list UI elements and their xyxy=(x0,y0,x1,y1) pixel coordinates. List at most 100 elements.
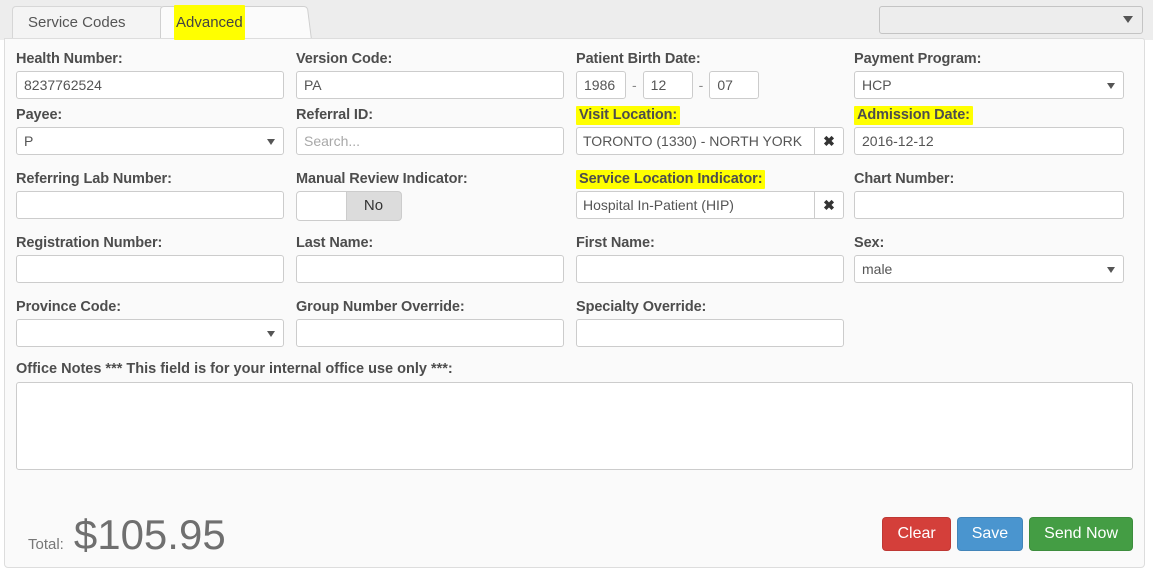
health-number-input[interactable] xyxy=(16,71,284,99)
specialty-override-input[interactable] xyxy=(576,319,844,347)
chevron-down-icon xyxy=(1123,16,1133,23)
referring-lab-number-label: Referring Lab Number: xyxy=(16,171,284,187)
service-location-indicator-value: Hospital In-Patient (HIP) xyxy=(576,191,814,219)
service-location-indicator-label: Service Location Indicator: xyxy=(576,171,844,187)
payee-select[interactable]: P xyxy=(16,127,284,155)
date-separator: - xyxy=(693,71,710,99)
chevron-down-icon xyxy=(267,331,275,337)
service-location-indicator-select[interactable]: Hospital In-Patient (HIP) ✖ xyxy=(576,191,844,219)
first-name-label: First Name: xyxy=(576,235,844,251)
field-admission-date: Admission Date: xyxy=(854,107,1124,155)
payment-program-value: HCP xyxy=(862,77,892,93)
birth-date-group: - - xyxy=(576,71,844,99)
last-name-input[interactable] xyxy=(296,255,564,283)
field-group-number-override: Group Number Override: xyxy=(296,299,564,347)
total-value: $105.95 xyxy=(74,513,226,557)
group-number-override-input[interactable] xyxy=(296,319,564,347)
field-visit-location: Visit Location: TORONTO (1330) - NORTH Y… xyxy=(576,107,844,155)
office-notes-textarea[interactable] xyxy=(16,382,1133,470)
payment-program-select[interactable]: HCP xyxy=(854,71,1124,99)
chart-number-label: Chart Number: xyxy=(854,171,1124,187)
field-manual-review-indicator: Manual Review Indicator: No xyxy=(296,171,564,221)
form-row-5: Province Code: Group Number Override: Sp… xyxy=(16,299,1133,361)
tab-strip: Service Codes Advanced xyxy=(0,0,1153,40)
birth-month-input[interactable] xyxy=(643,71,693,99)
field-version-code: Version Code: xyxy=(296,51,564,99)
form-row-2: Payee: P Referral ID: Visit Location: TO… xyxy=(16,107,1133,171)
tab-service-codes[interactable]: Service Codes xyxy=(12,5,168,40)
registration-number-input[interactable] xyxy=(16,255,284,283)
form-row-1: Health Number: Version Code: Patient Bir… xyxy=(16,51,1133,107)
field-last-name: Last Name: xyxy=(296,235,564,283)
chevron-down-icon xyxy=(1107,83,1115,89)
field-province-code: Province Code: xyxy=(16,299,284,347)
toggle-knob xyxy=(297,192,347,220)
field-patient-birth-date: Patient Birth Date: - - xyxy=(576,51,844,99)
field-sex: Sex: male xyxy=(854,235,1124,283)
save-button[interactable]: Save xyxy=(957,517,1023,551)
referring-lab-number-input[interactable] xyxy=(16,191,284,219)
payee-value: P xyxy=(24,133,33,149)
field-chart-number: Chart Number: xyxy=(854,171,1124,219)
version-code-label: Version Code: xyxy=(296,51,564,67)
referral-id-label: Referral ID: xyxy=(296,107,564,123)
form-row-notes: Office Notes *** This field is for your … xyxy=(16,361,1133,481)
field-referring-lab-number: Referring Lab Number: xyxy=(16,171,284,219)
send-now-button[interactable]: Send Now xyxy=(1029,517,1133,551)
action-buttons: Clear Save Send Now xyxy=(882,517,1133,551)
payee-label: Payee: xyxy=(16,107,284,123)
sex-value: male xyxy=(862,261,892,277)
office-notes-label: Office Notes *** This field is for your … xyxy=(16,361,1133,377)
manual-review-indicator-label: Manual Review Indicator: xyxy=(296,171,564,187)
province-code-select[interactable] xyxy=(16,319,284,347)
sex-label: Sex: xyxy=(854,235,1124,251)
header-select[interactable] xyxy=(879,6,1143,34)
field-first-name: First Name: xyxy=(576,235,844,283)
form-row-4: Registration Number: Last Name: First Na… xyxy=(16,235,1133,299)
field-specialty-override: Specialty Override: xyxy=(576,299,844,347)
referral-id-input[interactable] xyxy=(296,127,564,155)
patient-birth-date-label: Patient Birth Date: xyxy=(576,51,844,67)
first-name-input[interactable] xyxy=(576,255,844,283)
clear-button[interactable]: Clear xyxy=(882,517,950,551)
group-number-override-label: Group Number Override: xyxy=(296,299,564,315)
sex-select[interactable]: male xyxy=(854,255,1124,283)
visit-location-label: Visit Location: xyxy=(576,107,844,123)
admission-date-input[interactable] xyxy=(854,127,1124,155)
last-name-label: Last Name: xyxy=(296,235,564,251)
chevron-down-icon xyxy=(1107,267,1115,273)
field-payee: Payee: P xyxy=(16,107,284,155)
tab-service-codes-label: Service Codes xyxy=(26,5,128,40)
close-icon[interactable]: ✖ xyxy=(814,191,844,219)
chart-number-input[interactable] xyxy=(854,191,1124,219)
total-label: Total: xyxy=(28,536,64,553)
specialty-override-label: Specialty Override: xyxy=(576,299,844,315)
field-payment-program: Payment Program: HCP xyxy=(854,51,1124,99)
chevron-down-icon xyxy=(267,139,275,145)
visit-location-value: TORONTO (1330) - NORTH YORK xyxy=(576,127,814,155)
visit-location-select[interactable]: TORONTO (1330) - NORTH YORK ✖ xyxy=(576,127,844,155)
admission-date-label: Admission Date: xyxy=(854,107,1124,123)
advanced-panel: Health Number: Version Code: Patient Bir… xyxy=(4,38,1145,568)
province-code-label: Province Code: xyxy=(16,299,284,315)
birth-year-input[interactable] xyxy=(576,71,626,99)
tab-advanced-label: Advanced xyxy=(174,5,245,40)
field-referral-id: Referral ID: xyxy=(296,107,564,155)
form-row-3: Referring Lab Number: Manual Review Indi… xyxy=(16,171,1133,235)
birth-day-input[interactable] xyxy=(709,71,759,99)
payment-program-label: Payment Program: xyxy=(854,51,1124,67)
toggle-state-label: No xyxy=(346,192,401,220)
advanced-billing-form: Service Codes Advanced Health Number: Ve… xyxy=(0,0,1153,576)
close-icon[interactable]: ✖ xyxy=(814,127,844,155)
field-service-location-indicator: Service Location Indicator: Hospital In-… xyxy=(576,171,844,219)
health-number-label: Health Number: xyxy=(16,51,284,67)
total-display: Total: $105.95 xyxy=(28,513,226,557)
date-separator: - xyxy=(626,71,643,99)
version-code-input[interactable] xyxy=(296,71,564,99)
field-registration-number: Registration Number: xyxy=(16,235,284,283)
tab-advanced[interactable]: Advanced xyxy=(160,5,312,40)
manual-review-toggle[interactable]: No xyxy=(296,191,402,221)
field-health-number: Health Number: xyxy=(16,51,284,99)
registration-number-label: Registration Number: xyxy=(16,235,284,251)
form-grid: Health Number: Version Code: Patient Bir… xyxy=(16,51,1133,481)
